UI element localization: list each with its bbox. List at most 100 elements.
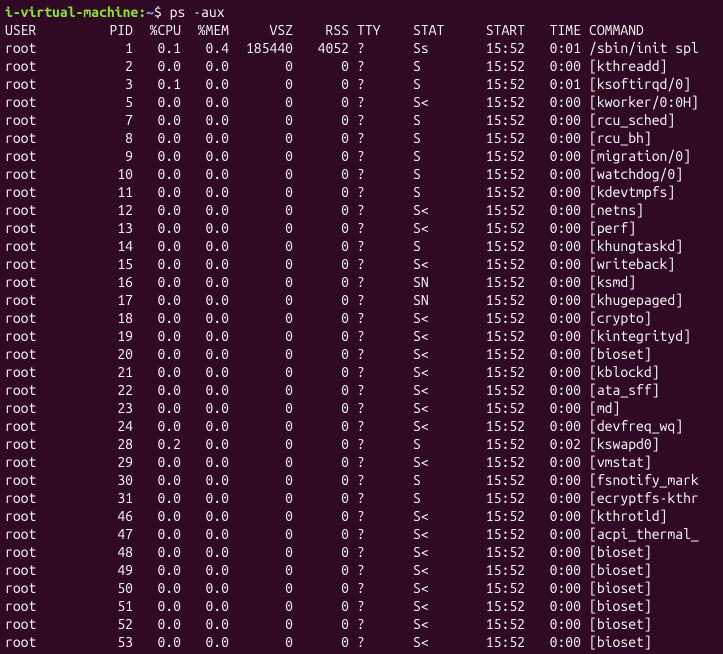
cell-start: 15:52: [461, 309, 525, 327]
cell-stat: S: [413, 111, 461, 129]
ps-output-body: root10.10.41854404052?Ss15:520:01/sbin/i…: [5, 39, 718, 651]
cell-stat: S<: [413, 327, 461, 345]
cell-stat: S<: [413, 345, 461, 363]
cell-cpu: 0.0: [133, 381, 181, 399]
cell-time: 0:00: [525, 273, 581, 291]
cell-command: [watchdog/0]: [581, 165, 718, 183]
cell-command: [vmstat]: [581, 453, 718, 471]
cell-rss: 0: [293, 597, 349, 615]
cell-tty: ?: [349, 417, 413, 435]
cell-start: 15:52: [461, 111, 525, 129]
cell-start: 15:52: [461, 39, 525, 57]
cell-tty: ?: [349, 309, 413, 327]
cell-rss: 0: [293, 255, 349, 273]
cell-cpu: 0.1: [133, 75, 181, 93]
cell-command: [kthrotld]: [581, 507, 718, 525]
col-header-time: TIME: [525, 21, 581, 39]
cell-tty: ?: [349, 435, 413, 453]
cell-mem: 0.4: [181, 39, 229, 57]
cell-tty: ?: [349, 291, 413, 309]
cell-stat: S<: [413, 579, 461, 597]
process-row: root530.00.000?S<15:520:00[bioset]: [5, 633, 718, 651]
process-row: root220.00.000?S<15:520:00[ata_sff]: [5, 381, 718, 399]
cell-cpu: 0.0: [133, 417, 181, 435]
cell-rss: 0: [293, 75, 349, 93]
cell-command: [netns]: [581, 201, 718, 219]
cell-user: root: [5, 93, 69, 111]
cell-stat: S<: [413, 399, 461, 417]
cell-cpu: 0.0: [133, 201, 181, 219]
cell-cpu: 0.0: [133, 255, 181, 273]
cell-start: 15:52: [461, 219, 525, 237]
cell-time: 0:00: [525, 129, 581, 147]
cell-pid: 48: [69, 543, 133, 561]
cell-vsz: 0: [229, 219, 293, 237]
col-header-tty: TTY: [349, 21, 413, 39]
process-row: root480.00.000?S<15:520:00[bioset]: [5, 543, 718, 561]
cell-vsz: 0: [229, 75, 293, 93]
cell-start: 15:52: [461, 579, 525, 597]
cell-time: 0:02: [525, 435, 581, 453]
cell-cpu: 0.0: [133, 471, 181, 489]
cell-cpu: 0.0: [133, 129, 181, 147]
cell-pid: 29: [69, 453, 133, 471]
cell-pid: 5: [69, 93, 133, 111]
cell-command: [kswapd0]: [581, 435, 718, 453]
cell-pid: 24: [69, 417, 133, 435]
cell-tty: ?: [349, 165, 413, 183]
cell-start: 15:52: [461, 615, 525, 633]
cell-vsz: 0: [229, 525, 293, 543]
process-row: root50.00.000?S<15:520:00[kworker/0:0H]: [5, 93, 718, 111]
cell-mem: 0.0: [181, 183, 229, 201]
cell-time: 0:00: [525, 147, 581, 165]
cell-vsz: 0: [229, 309, 293, 327]
cell-stat: S<: [413, 615, 461, 633]
cell-pid: 17: [69, 291, 133, 309]
cell-mem: 0.0: [181, 453, 229, 471]
cell-time: 0:00: [525, 507, 581, 525]
cell-start: 15:52: [461, 399, 525, 417]
cell-start: 15:52: [461, 543, 525, 561]
process-row: root290.00.000?S<15:520:00[vmstat]: [5, 453, 718, 471]
process-row: root80.00.000?S15:520:00[rcu_bh]: [5, 129, 718, 147]
cell-vsz: 0: [229, 417, 293, 435]
cell-vsz: 0: [229, 435, 293, 453]
cell-rss: 0: [293, 417, 349, 435]
cell-vsz: 0: [229, 201, 293, 219]
cell-user: root: [5, 579, 69, 597]
cell-user: root: [5, 345, 69, 363]
cell-vsz: 0: [229, 471, 293, 489]
cell-stat: S<: [413, 633, 461, 651]
cell-pid: 1: [69, 39, 133, 57]
cell-time: 0:00: [525, 633, 581, 651]
cell-rss: 0: [293, 579, 349, 597]
cell-command: [bioset]: [581, 597, 718, 615]
prompt-line[interactable]: i-virtual-machine:~$ ps -aux: [5, 3, 718, 21]
process-row: root230.00.000?S<15:520:00[md]: [5, 399, 718, 417]
cell-pid: 16: [69, 273, 133, 291]
cell-start: 15:52: [461, 93, 525, 111]
cell-vsz: 185440: [229, 39, 293, 57]
process-row: root490.00.000?S<15:520:00[bioset]: [5, 561, 718, 579]
cell-mem: 0.0: [181, 615, 229, 633]
cell-cpu: 0.0: [133, 507, 181, 525]
cell-time: 0:00: [525, 453, 581, 471]
col-header-command: COMMAND: [581, 21, 718, 39]
cell-user: root: [5, 417, 69, 435]
cell-pid: 11: [69, 183, 133, 201]
cell-vsz: 0: [229, 165, 293, 183]
cell-user: root: [5, 273, 69, 291]
cell-start: 15:52: [461, 129, 525, 147]
col-header-start: START: [461, 21, 525, 39]
cell-vsz: 0: [229, 579, 293, 597]
cell-cpu: 0.0: [133, 57, 181, 75]
cell-command: [kdevtmpfs]: [581, 183, 718, 201]
cell-vsz: 0: [229, 453, 293, 471]
cell-tty: ?: [349, 345, 413, 363]
cell-user: root: [5, 39, 69, 57]
cell-pid: 2: [69, 57, 133, 75]
cell-tty: ?: [349, 201, 413, 219]
cell-time: 0:00: [525, 363, 581, 381]
cell-vsz: 0: [229, 543, 293, 561]
cell-stat: S: [413, 147, 461, 165]
